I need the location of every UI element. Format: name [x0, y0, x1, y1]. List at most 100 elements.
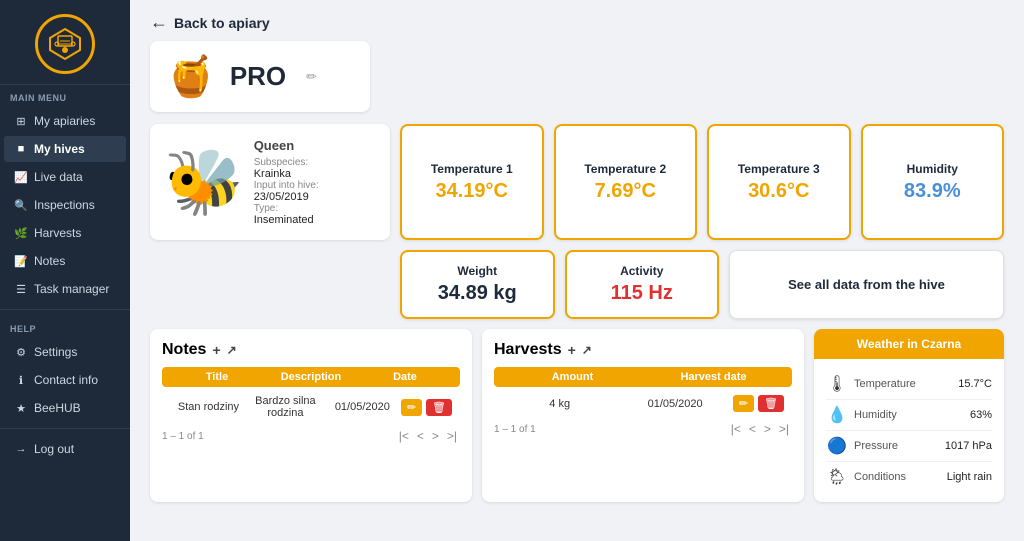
humidity-label: Humidity	[907, 162, 958, 176]
settings-icon: ⚙	[14, 346, 28, 359]
sidebar-item-logout[interactable]: → Log out	[4, 436, 126, 462]
harvests-first-page[interactable]: |<	[728, 422, 744, 436]
back-label: Back to apiary	[174, 15, 270, 31]
my-hives-icon: ■	[14, 143, 28, 155]
task-manager-icon: ☰	[14, 283, 28, 296]
harvests-edit-button[interactable]: ✏	[733, 395, 754, 412]
notes-prev-page[interactable]: <	[414, 429, 427, 443]
notes-edit-button[interactable]: ✏	[401, 399, 422, 416]
sidebar-item-label: My apiaries	[34, 114, 95, 128]
sensor-card-humidity: Humidity 83.9%	[861, 124, 1005, 240]
data-row-2: Weight 34.89 kg Activity 115 Hz See all …	[150, 250, 1004, 319]
temp3-label: Temperature 3	[738, 162, 820, 176]
sidebar-item-label: Notes	[34, 254, 65, 268]
data-row-1: 🐝 Queen Subspecies: Krainka Input into h…	[150, 124, 1004, 240]
sidebar-item-label: Task manager	[34, 282, 109, 296]
weather-pressure-label: Pressure	[854, 440, 939, 452]
harvests-ext-icon[interactable]: ↗	[582, 343, 592, 357]
weather-pressure-value: 1017 hPa	[945, 440, 992, 452]
topbar: ← Back to apiary	[130, 0, 1024, 41]
notes-row-actions: ✏ 🗑	[401, 399, 452, 416]
weather-card: Weather in Czarna 🌡 Temperature 15.7°C 💧…	[814, 329, 1004, 502]
harvests-col-amount: Amount	[502, 371, 643, 383]
weather-temp-value: 15.7°C	[958, 378, 992, 390]
back-arrow-icon: ←	[150, 12, 168, 33]
main-menu-title: MAIN MENU	[0, 85, 130, 107]
activity-value: 115 Hz	[611, 282, 673, 305]
weather-conditions-icon: 🌦	[826, 467, 848, 487]
spacer	[150, 250, 390, 319]
type-label: Type:	[254, 203, 319, 214]
logout-label: Log out	[34, 442, 74, 456]
temp2-label: Temperature 2	[584, 162, 666, 176]
subspecies-value: Krainka	[254, 168, 319, 180]
sidebar-divider-2	[0, 428, 130, 429]
logout-icon: →	[14, 443, 28, 455]
sidebar-divider	[0, 309, 130, 310]
weather-row-conditions: 🌦 Conditions Light rain	[826, 462, 992, 492]
weather-row-humidity: 💧 Humidity 63%	[826, 400, 992, 431]
sidebar-item-my-hives[interactable]: ■ My hives	[4, 136, 126, 162]
notes-delete-button[interactable]: 🗑	[426, 399, 452, 416]
sidebar-item-notes[interactable]: 📝 Notes	[4, 248, 126, 274]
notes-col-title: Title	[170, 371, 264, 383]
contact-info-icon: ℹ	[14, 374, 28, 387]
harvests-next-page[interactable]: >	[761, 422, 774, 436]
harvests-last-page[interactable]: >|	[776, 422, 792, 436]
notes-page-buttons: |< < > >|	[396, 429, 460, 443]
subspecies-label: Subspecies:	[254, 157, 319, 168]
sidebar-item-my-apiaries[interactable]: ⊞ My apiaries	[4, 108, 126, 134]
weather-pressure-icon: 🔵	[826, 436, 848, 456]
sidebar-item-label: Harvests	[34, 226, 81, 240]
sidebar-item-settings[interactable]: ⚙ Settings	[4, 339, 126, 365]
bee-image: 🐝	[164, 150, 244, 214]
notes-row-desc: Bardzo silna rodzina	[247, 395, 324, 419]
notes-ext-icon[interactable]: ↗	[227, 343, 237, 357]
notes-next-page[interactable]: >	[429, 429, 442, 443]
harvests-add-icon[interactable]: +	[568, 342, 576, 358]
sidebar-item-harvests[interactable]: 🌿 Harvests	[4, 220, 126, 246]
all-data-card[interactable]: See all data from the hive	[729, 250, 1004, 319]
input-label: Input into hive:	[254, 180, 319, 191]
sidebar-item-contact-info[interactable]: ℹ Contact info	[4, 367, 126, 393]
notes-last-page[interactable]: >|	[444, 429, 460, 443]
hive-edit-icon[interactable]: ✏	[306, 69, 317, 85]
notes-col-date: Date	[358, 371, 452, 383]
weather-conditions-label: Conditions	[854, 471, 941, 483]
harvests-row-amount: 4 kg	[502, 398, 617, 410]
harvests-page-buttons: |< < > >|	[728, 422, 792, 436]
sidebar-item-task-manager[interactable]: ☰ Task manager	[4, 276, 126, 302]
harvests-delete-button[interactable]: 🗑	[758, 395, 784, 412]
harvests-header: Harvests + ↗	[494, 341, 792, 359]
main-content: ← Back to apiary 🍯 PRO ✏ 🐝 Queen Subspec…	[130, 0, 1024, 541]
queen-info: Queen Subspecies: Krainka Input into hiv…	[254, 138, 319, 226]
temp2-value: 7.69°C	[595, 180, 656, 203]
notes-col-desc: Description	[264, 371, 358, 383]
weather-row-pressure: 🔵 Pressure 1017 hPa	[826, 431, 992, 462]
weather-row-temp: 🌡 Temperature 15.7°C	[826, 369, 992, 400]
weather-body: 🌡 Temperature 15.7°C 💧 Humidity 63% 🔵 Pr…	[814, 359, 1004, 502]
logo-icon	[35, 14, 95, 74]
harvests-page-info: 1 – 1 of 1	[494, 424, 536, 435]
weather-conditions-value: Light rain	[947, 471, 992, 483]
sidebar-item-label: My hives	[34, 142, 85, 156]
queen-card: 🐝 Queen Subspecies: Krainka Input into h…	[150, 124, 390, 240]
harvests-prev-page[interactable]: <	[746, 422, 759, 436]
my-apiaries-icon: ⊞	[14, 115, 28, 128]
harvests-col-date: Harvest date	[643, 371, 784, 383]
harvests-card: Harvests + ↗ Amount Harvest date 4 kg 01…	[482, 329, 804, 502]
sidebar-item-beehub[interactable]: ★ BeeHUB	[4, 395, 126, 421]
sidebar-logo	[0, 0, 130, 85]
all-data-label: See all data from the hive	[788, 277, 945, 292]
queen-title: Queen	[254, 138, 319, 153]
sidebar-item-live-data[interactable]: 📈 Live data	[4, 164, 126, 190]
notes-first-page[interactable]: |<	[396, 429, 412, 443]
back-button[interactable]: ← Back to apiary	[150, 12, 270, 33]
sidebar-item-inspections[interactable]: 🔍 Inspections	[4, 192, 126, 218]
hive-icon: 🍯	[166, 53, 216, 100]
notes-add-icon[interactable]: +	[212, 342, 220, 358]
notes-row: Stan rodziny Bardzo silna rodzina 01/05/…	[162, 391, 460, 423]
harvests-title: Harvests	[494, 341, 562, 359]
input-value: 23/05/2019	[254, 191, 319, 203]
sensor-card-weight: Weight 34.89 kg	[400, 250, 555, 319]
